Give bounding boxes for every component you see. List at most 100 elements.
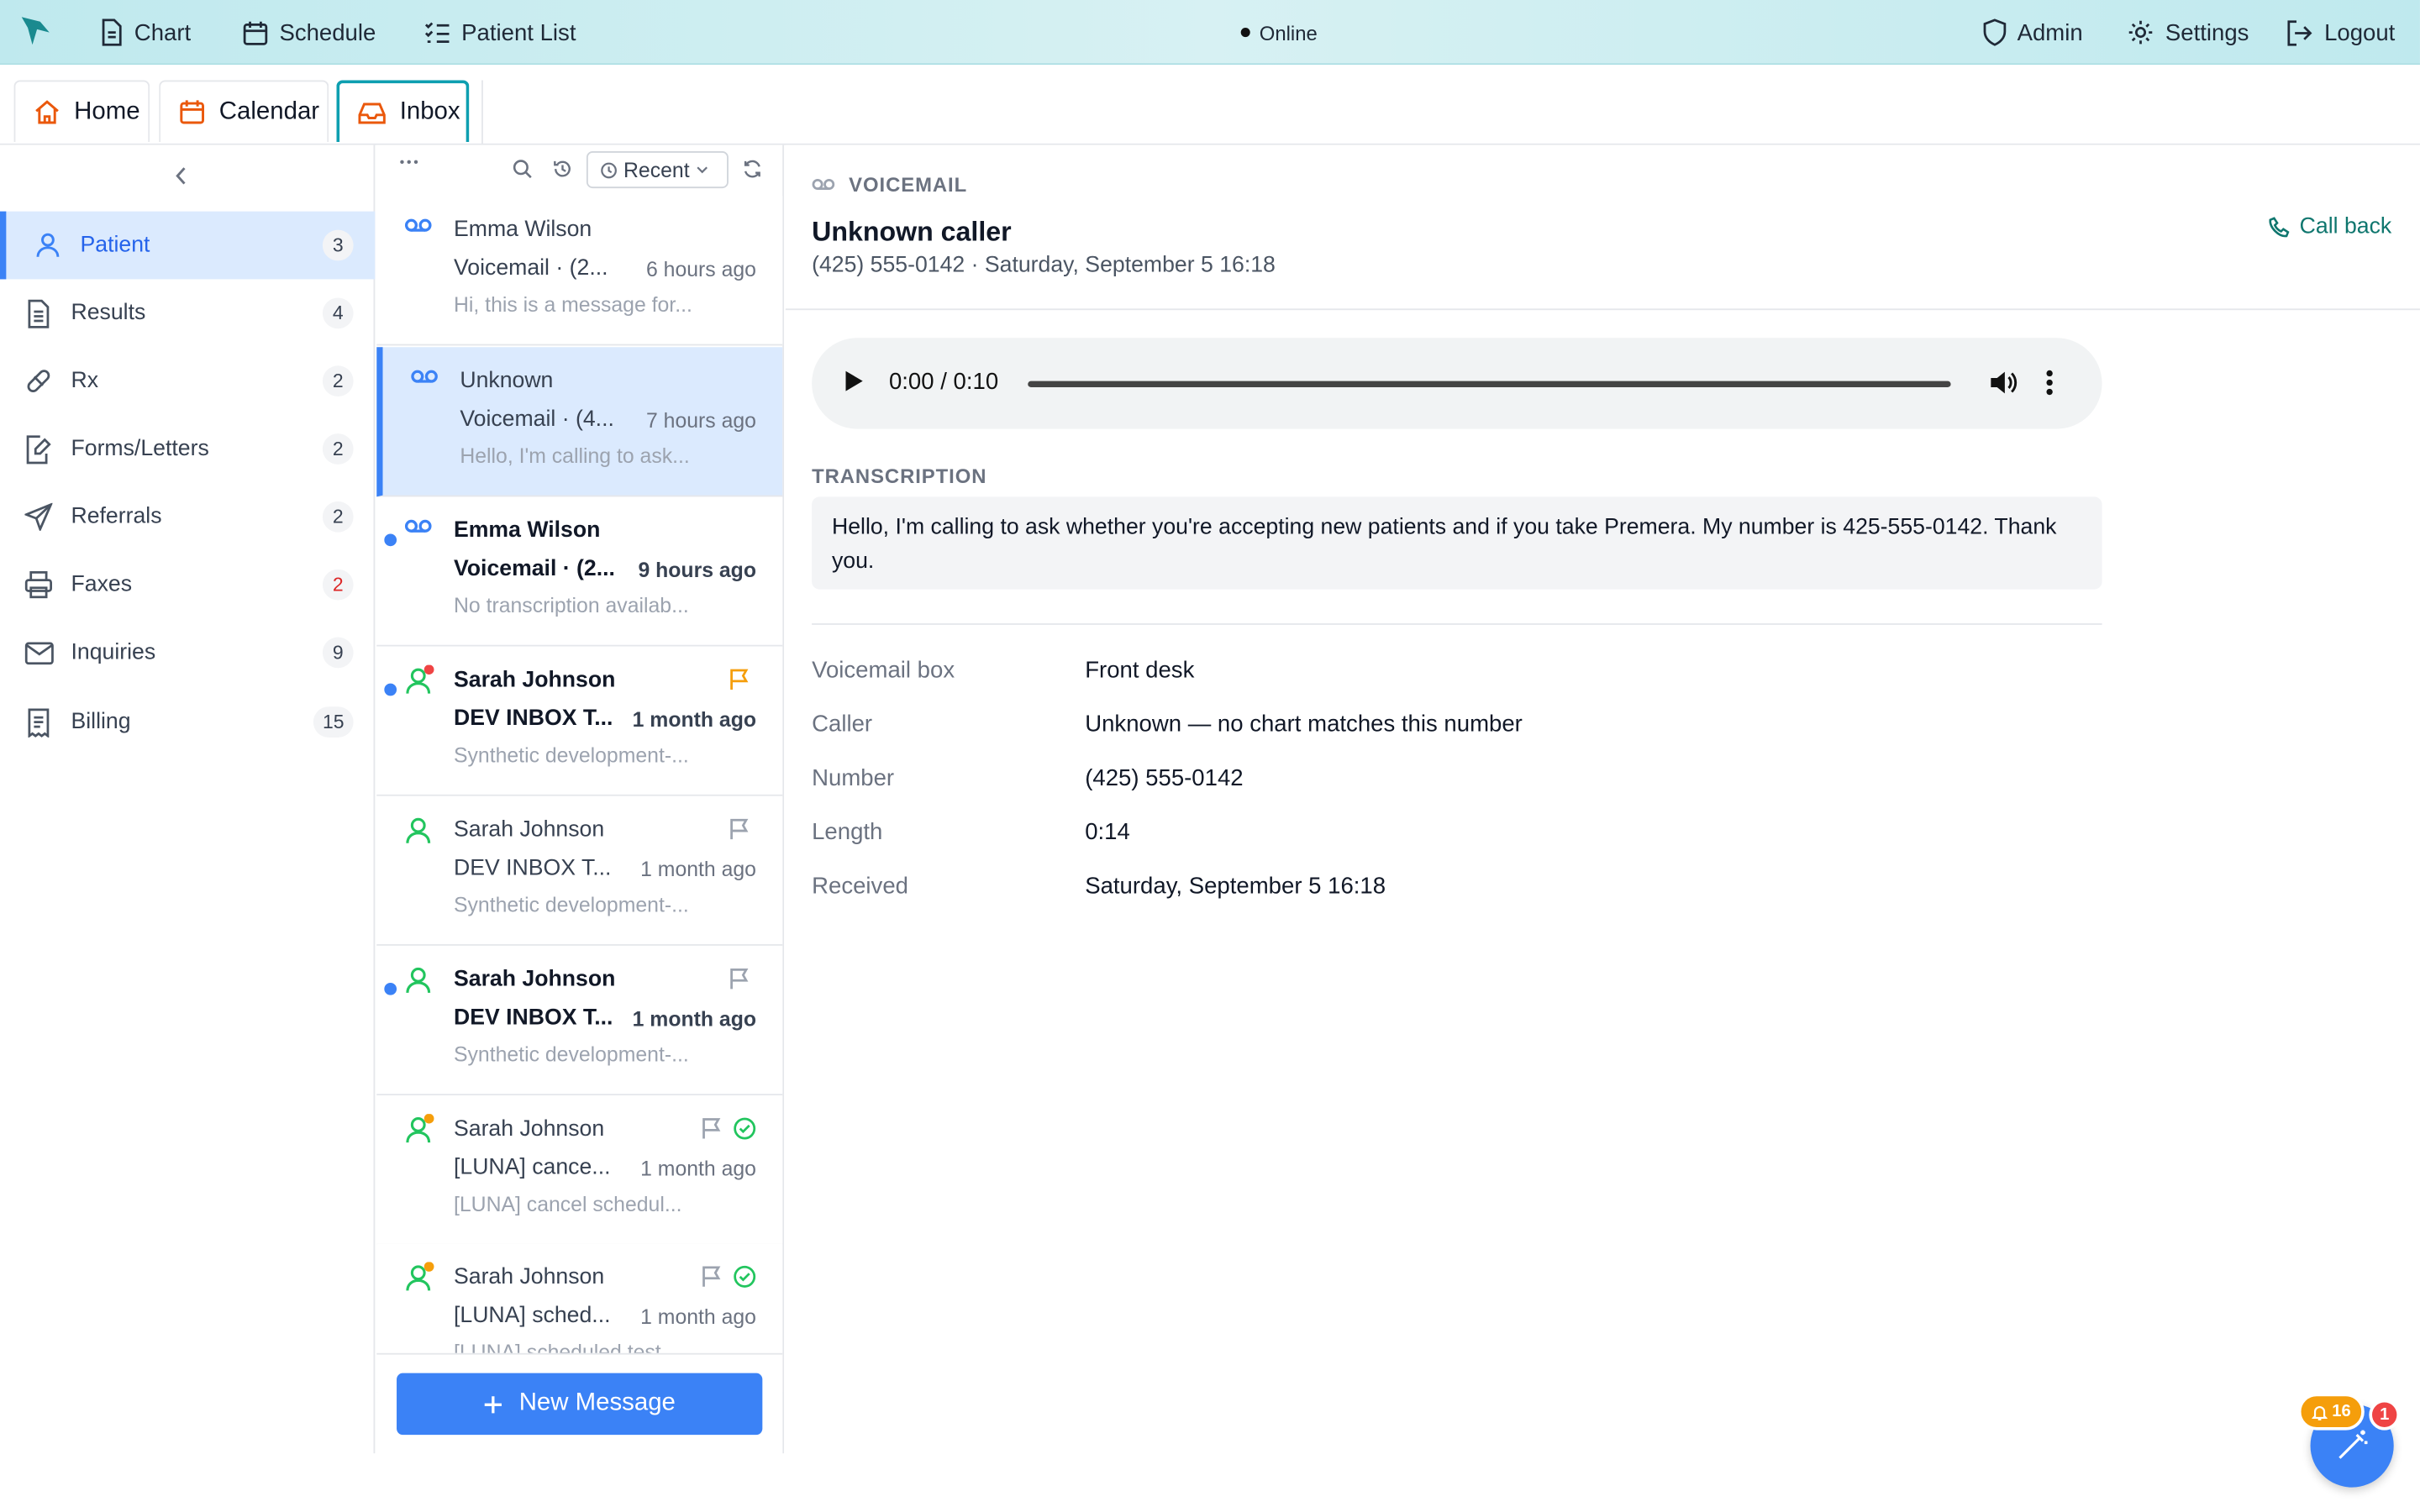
count-badge: 2 bbox=[322, 569, 354, 601]
collapse-sidebar-button[interactable] bbox=[173, 164, 188, 188]
list-item[interactable]: Sarah Johnson DEV INBOX T... 1 month ago… bbox=[376, 646, 783, 796]
form-icon bbox=[22, 432, 55, 465]
flag-icon[interactable] bbox=[729, 668, 750, 691]
message-subject: DEV INBOX T... bbox=[453, 1005, 613, 1031]
list-item[interactable]: Emma Wilson Voicemail · (2... 6 hours ag… bbox=[376, 196, 783, 346]
count-badge: 2 bbox=[322, 501, 354, 533]
nav-logout[interactable]: Logout bbox=[2286, 0, 2395, 65]
chevron-down-icon bbox=[696, 165, 708, 175]
message-subject: Voicemail · (2... bbox=[453, 557, 615, 582]
sidebar-item-label: Rx bbox=[71, 368, 99, 394]
field-label: Voicemail box bbox=[812, 657, 955, 684]
flag-icon[interactable] bbox=[729, 817, 750, 841]
pill-icon bbox=[22, 364, 55, 397]
sidebar-item-faxes[interactable]: Faxes 2 bbox=[0, 551, 375, 619]
tab-inbox[interactable]: Inbox bbox=[336, 80, 470, 142]
list-item[interactable]: Sarah Johnson DEV INBOX T... 1 month ago… bbox=[376, 945, 783, 1096]
call-back-button[interactable]: Call back bbox=[2267, 214, 2391, 239]
flag-icon[interactable] bbox=[729, 968, 750, 991]
message-preview: No transcription availab... bbox=[453, 594, 689, 617]
sidebar-item-billing[interactable]: Billing 15 bbox=[0, 688, 375, 756]
sender-name: Sarah Johnson bbox=[453, 817, 605, 843]
sidebar-item-patient[interactable]: Patient 3 bbox=[0, 211, 376, 280]
message-preview: Synthetic development-... bbox=[453, 743, 689, 767]
tab-bar: Home Calendar Inbox bbox=[0, 65, 2420, 145]
sender-name: Emma Wilson bbox=[453, 217, 592, 243]
tab-inbox-label: Inbox bbox=[399, 98, 460, 125]
field-value: Saturday, September 5 16:18 bbox=[1085, 873, 1386, 900]
sort-dropdown[interactable]: Recent bbox=[586, 150, 729, 189]
field-label: Caller bbox=[812, 711, 873, 738]
sidebar-item-label: Referrals bbox=[71, 504, 162, 529]
document-icon bbox=[22, 297, 55, 330]
tab-home-label: Home bbox=[74, 97, 140, 124]
unread-dot bbox=[384, 683, 397, 696]
field-label: Number bbox=[812, 765, 895, 792]
sidebar-item-results[interactable]: Results 4 bbox=[0, 279, 375, 347]
message-subject: [LUNA] sched... bbox=[453, 1304, 611, 1329]
connection-status: Online bbox=[1240, 0, 1318, 65]
plus-icon bbox=[483, 1394, 503, 1414]
sidebar-item-label: Billing bbox=[71, 709, 131, 735]
search-icon[interactable] bbox=[513, 159, 533, 179]
nav-schedule[interactable]: Schedule bbox=[242, 0, 376, 65]
receipt-icon bbox=[22, 705, 55, 738]
calendar-icon bbox=[242, 19, 268, 45]
sidebar-item-forms-letters[interactable]: Forms/Letters 2 bbox=[0, 415, 375, 483]
history-icon[interactable] bbox=[553, 159, 573, 179]
more-options-icon[interactable] bbox=[398, 151, 420, 173]
list-item[interactable]: Unknown Voicemail · (4... 7 hours ago He… bbox=[376, 347, 783, 497]
nav-logout-label: Logout bbox=[2324, 18, 2396, 46]
message-subject: DEV INBOX T... bbox=[453, 856, 612, 881]
playback-time: 0:00 / 0:10 bbox=[888, 368, 999, 396]
voicemail-icon bbox=[404, 518, 432, 533]
message-time: 9 hours ago bbox=[638, 558, 756, 582]
user-icon bbox=[404, 664, 435, 696]
count-badge: 4 bbox=[322, 297, 354, 329]
tab-calendar[interactable]: Calendar bbox=[159, 80, 329, 142]
nav-patient-list-label: Patient List bbox=[461, 18, 576, 46]
volume-icon[interactable] bbox=[1988, 367, 2019, 398]
sidebar-item-inquiries[interactable]: Inquiries 9 bbox=[0, 619, 375, 687]
chevron-left-icon bbox=[173, 164, 188, 188]
play-icon[interactable] bbox=[843, 369, 865, 393]
flag-icon[interactable] bbox=[701, 1117, 723, 1141]
refresh-icon[interactable] bbox=[742, 159, 762, 179]
playback-scrubber[interactable] bbox=[1028, 381, 1951, 388]
call-back-label: Call back bbox=[2299, 214, 2392, 239]
field-value: Unknown — no chart matches this number bbox=[1085, 711, 1523, 738]
flag-icon[interactable] bbox=[701, 1265, 723, 1289]
check-circle-icon[interactable] bbox=[733, 1265, 756, 1289]
message-time: 1 month ago bbox=[632, 1007, 756, 1031]
unread-dot bbox=[384, 982, 397, 995]
send-icon bbox=[22, 500, 55, 533]
more-vertical-icon[interactable] bbox=[2044, 367, 2056, 398]
unread-dot bbox=[384, 533, 397, 547]
list-item[interactable]: Sarah Johnson [LUNA] cance... 1 month ag… bbox=[376, 1095, 783, 1246]
nav-chart[interactable]: Chart bbox=[99, 0, 192, 65]
gear-icon bbox=[2127, 18, 2154, 46]
check-circle-icon[interactable] bbox=[733, 1117, 756, 1141]
divider bbox=[785, 308, 2420, 311]
audio-player: 0:00 / 0:10 bbox=[812, 338, 2102, 429]
nav-admin[interactable]: Admin bbox=[1983, 0, 2083, 65]
message-list: Recent Emma Wilson Voicemail · (2... 6 h… bbox=[376, 144, 785, 1454]
tab-home[interactable]: Home bbox=[13, 80, 150, 142]
user-icon bbox=[404, 964, 435, 995]
app-logo[interactable] bbox=[18, 14, 52, 48]
sidebar-item-label: Patient bbox=[80, 233, 150, 258]
nav-patient-list[interactable]: Patient List bbox=[424, 0, 576, 65]
sidebar-item-referrals[interactable]: Referrals 2 bbox=[0, 483, 375, 551]
nav-settings[interactable]: Settings bbox=[2127, 0, 2249, 65]
status-dot bbox=[1240, 28, 1250, 38]
notifications-badge[interactable]: 16 bbox=[2297, 1393, 2365, 1431]
message-time: 6 hours ago bbox=[646, 257, 756, 281]
message-detail: VOICEMAIL Unknown caller (425) 555-0142 … bbox=[785, 144, 2420, 1512]
new-message-button[interactable]: New Message bbox=[397, 1373, 763, 1436]
nav-chart-label: Chart bbox=[134, 18, 192, 46]
field-value: Front desk bbox=[1085, 657, 1195, 684]
sidebar-item-rx[interactable]: Rx 2 bbox=[0, 347, 375, 415]
logout-icon bbox=[2286, 19, 2313, 45]
list-item[interactable]: Sarah Johnson DEV INBOX T... 1 month ago… bbox=[376, 795, 783, 946]
list-item[interactable]: Emma Wilson Voicemail · (2... 9 hours ag… bbox=[376, 496, 783, 647]
